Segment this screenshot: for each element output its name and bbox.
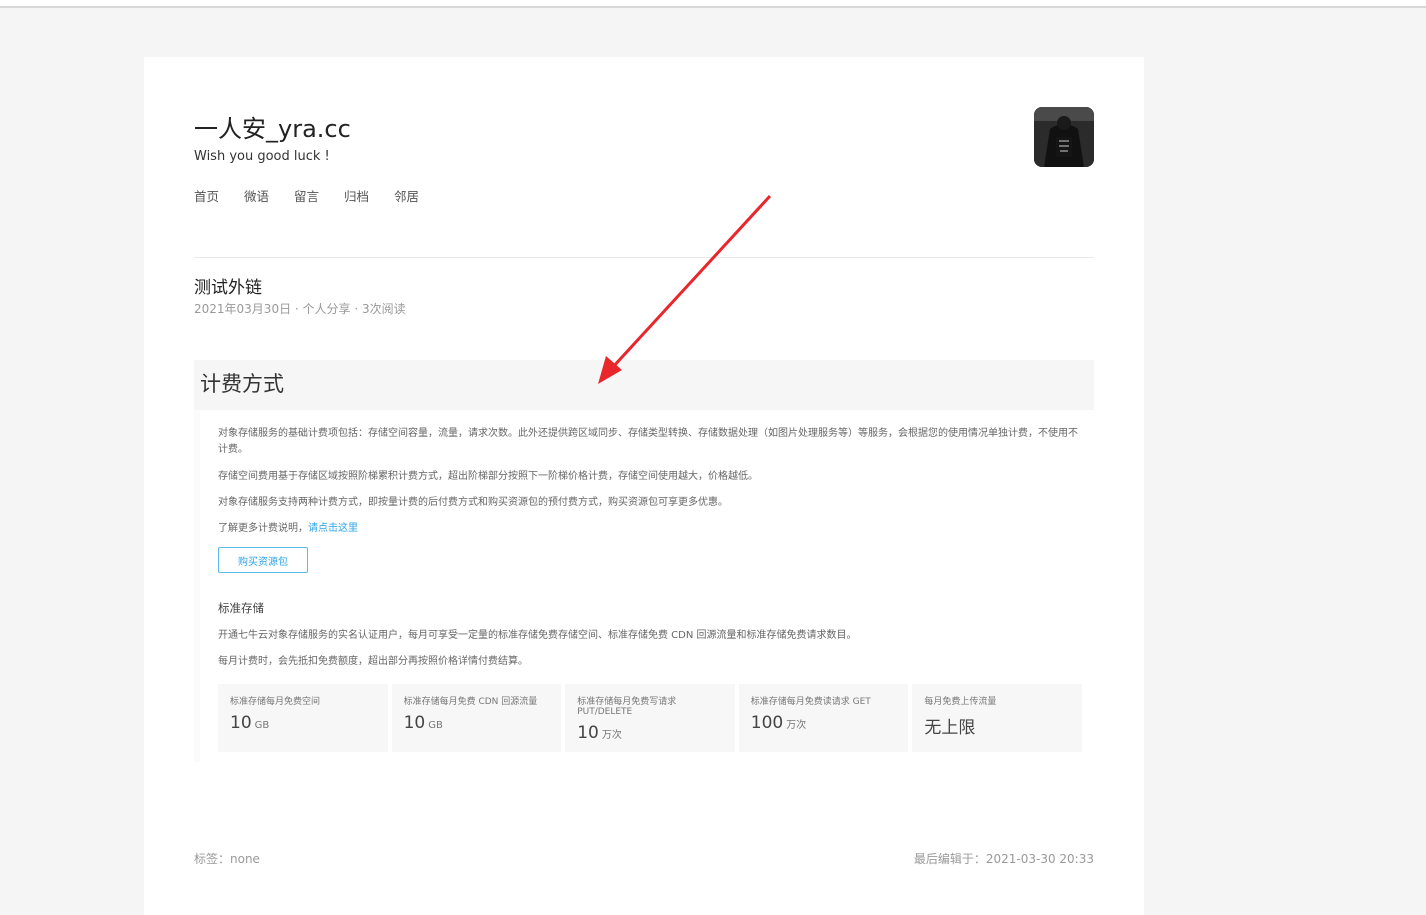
buy-resource-pack-button[interactable]: 购买资源包 bbox=[218, 547, 308, 573]
stat-unit: GB bbox=[428, 720, 443, 731]
stat-card: 每月免费上传流量 无上限 bbox=[912, 684, 1082, 752]
nav-item-microblog[interactable]: 微语 bbox=[244, 186, 294, 205]
post-card: 一人安_yra.cc Wish you good luck ! 首页 微语 留言… bbox=[144, 57, 1144, 915]
site-title[interactable]: 一人安_yra.cc bbox=[194, 109, 351, 144]
stat-value-line: 10 GB bbox=[404, 713, 550, 733]
stat-label: 标准存储每月免费 CDN 回源流量 bbox=[403, 697, 538, 707]
post-tags: 标签：none bbox=[194, 852, 260, 866]
avatar[interactable] bbox=[1034, 107, 1094, 167]
standard-storage-paragraph: 每月计费时，会先抵扣免费额度，超出部分再按照价格详情付费结算。 bbox=[218, 656, 528, 667]
site-description: Wish you good luck ! bbox=[194, 149, 330, 164]
embedded-body: 对象存储服务的基础计费项包括：存储空间容量，流量，请求次数。此外还提供跨区域同步… bbox=[200, 410, 1094, 762]
stat-value-line: 无上限 bbox=[924, 713, 1070, 738]
avatar-image bbox=[1034, 107, 1094, 167]
browser-top-bar bbox=[0, 0, 1426, 8]
stat-value: 10 bbox=[403, 713, 426, 733]
post-meta: 2021年03月30日 · 个人分享 · 3次阅读 bbox=[194, 302, 406, 316]
embedded-screenshot: 计费方式 对象存储服务的基础计费项包括：存储空间容量，流量，请求次数。此外还提供… bbox=[194, 360, 1094, 762]
stat-unit: GB bbox=[254, 720, 270, 731]
standard-storage-paragraph: 开通七牛云对象存储服务的实名认证用户，每月可享受一定量的标准存储免费存储空间、标… bbox=[218, 630, 857, 641]
stat-card: 标准存储每月免费写请求 PUT/DELETE 10 万次 bbox=[565, 684, 735, 752]
stat-card: 标准存储每月免费空间 10 GB bbox=[218, 684, 388, 752]
stat-value-line: 10 GB bbox=[230, 713, 376, 733]
more-info-link[interactable]: 请点击这里 bbox=[308, 523, 358, 534]
billing-paragraph: 存储空间费用基于存储区域按照阶梯累积计费方式，超出阶梯部分按照下一阶梯价格计费，… bbox=[218, 471, 758, 482]
stat-label: 标准存储每月免费空间 bbox=[230, 697, 321, 707]
stat-unit: 万次 bbox=[786, 720, 807, 731]
stat-label: 标准存储每月免费写请求 PUT/DELETE bbox=[577, 697, 677, 717]
stat-value: 无上限 bbox=[924, 718, 976, 738]
nav-item-links[interactable]: 邻居 bbox=[394, 186, 444, 205]
header-divider bbox=[194, 257, 1094, 258]
post-title[interactable]: 测试外链 bbox=[194, 273, 262, 298]
stat-value: 10 bbox=[577, 723, 599, 743]
more-info-line: 了解更多计费说明，请点击这里 bbox=[218, 521, 1078, 537]
stat-value: 10 bbox=[230, 713, 252, 733]
free-quota-stats: 标准存储每月免费空间 10 GB 标准存储每月免费 CDN 回源流量 10 GB 标… bbox=[218, 684, 1082, 752]
billing-paragraph: 对象存储服务的基础计费项包括：存储空间容量，流量，请求次数。此外还提供跨区域同步… bbox=[218, 428, 1078, 455]
main-nav: 首页 微语 留言 归档 邻居 bbox=[194, 186, 444, 205]
embedded-heading: 计费方式 bbox=[200, 372, 284, 396]
stat-value-line: 100 万次 bbox=[751, 713, 897, 733]
stat-card: 标准存储每月免费读请求 GET 100 万次 bbox=[738, 684, 909, 752]
stat-label: 标准存储每月免费读请求 GET bbox=[750, 697, 871, 707]
stat-value: 100 bbox=[750, 713, 784, 733]
nav-item-archive[interactable]: 归档 bbox=[344, 186, 394, 205]
last-edited: 最后编辑于：2021-03-30 20:33 bbox=[913, 852, 1094, 866]
nav-item-home[interactable]: 首页 bbox=[194, 186, 244, 205]
stat-unit: 万次 bbox=[601, 730, 622, 741]
standard-storage-title: 标准存储 bbox=[218, 601, 264, 615]
nav-item-guestbook[interactable]: 留言 bbox=[294, 186, 344, 205]
billing-paragraph: 对象存储服务支持两种计费方式，即按量计费的后付费方式和购买资源包的预付费方式，购… bbox=[218, 497, 728, 508]
embedded-header: 计费方式 bbox=[194, 360, 1094, 410]
stat-card: 标准存储每月免费 CDN 回源流量 10 GB bbox=[391, 684, 562, 752]
more-info-text: 了解更多计费说明， bbox=[218, 523, 308, 534]
stat-value-line: 10 万次 bbox=[577, 723, 723, 743]
stat-label: 每月免费上传流量 bbox=[924, 697, 997, 707]
